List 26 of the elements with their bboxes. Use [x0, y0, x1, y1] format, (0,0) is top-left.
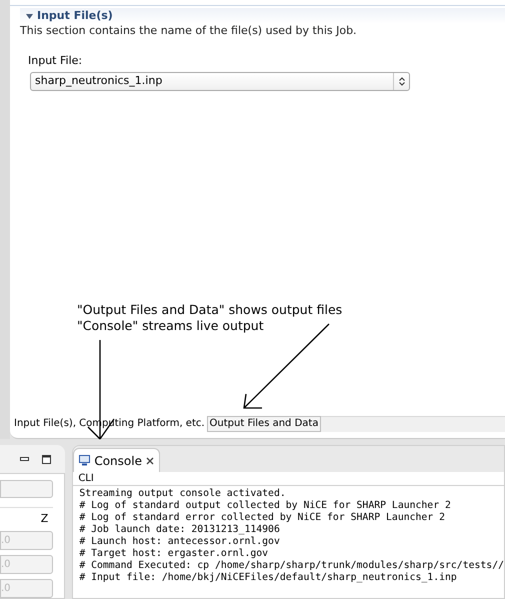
input-file-label: Input File: — [28, 54, 84, 68]
collapse-icon[interactable] — [26, 14, 33, 18]
console-line: # Log of standard output collected by NiCE for SHARP Launcher 2 — [79, 500, 452, 512]
console-line: # Input file: /home/bkj/NiCEFiles/default/sharp_neutronics_1.inp — [79, 572, 458, 584]
console-line: # Log of standard error collected by NiCE for SHARP Launcher 2 — [79, 512, 446, 524]
section-header[interactable]: Input File(s) — [20, 8, 505, 24]
close-icon[interactable] — [146, 456, 154, 464]
minimize-icon[interactable] — [20, 456, 30, 462]
console-line: # Command Executed: cp /home/sharp/sharp/trunk/modules/sharp/src/tests// — [79, 560, 504, 572]
editor-tab[interactable]: Output Files and Data — [206, 416, 322, 432]
column-label: Z — [40, 512, 50, 526]
annotation-text: "Console" streams live output — [77, 318, 265, 334]
annotation-text: "Output Files and Data" shows output files — [77, 302, 342, 318]
console-line: Streaming output console activated. — [79, 488, 287, 500]
console-line: # Job launch date: 20131213_114906 — [79, 524, 281, 536]
section-title: Input File(s) — [37, 8, 113, 24]
section-description: This section contains the name of the file(s) used by this Job. — [20, 24, 358, 38]
console-line: # Launch host: antecessor.ornl.gov — [79, 536, 281, 548]
text-field[interactable] — [0, 480, 54, 498]
spinner-arrows-icon — [398, 77, 404, 86]
monitor-icon — [79, 455, 90, 466]
console-tab[interactable]: Console — [73, 448, 160, 472]
console-line: # Target host: ergaster.ornl.gov — [79, 548, 270, 560]
maximize-icon[interactable] — [42, 454, 52, 464]
input-file-dropdown[interactable]: sharp_neutronics_1.inp — [30, 72, 410, 91]
console-name: CLI — [73, 472, 504, 486]
